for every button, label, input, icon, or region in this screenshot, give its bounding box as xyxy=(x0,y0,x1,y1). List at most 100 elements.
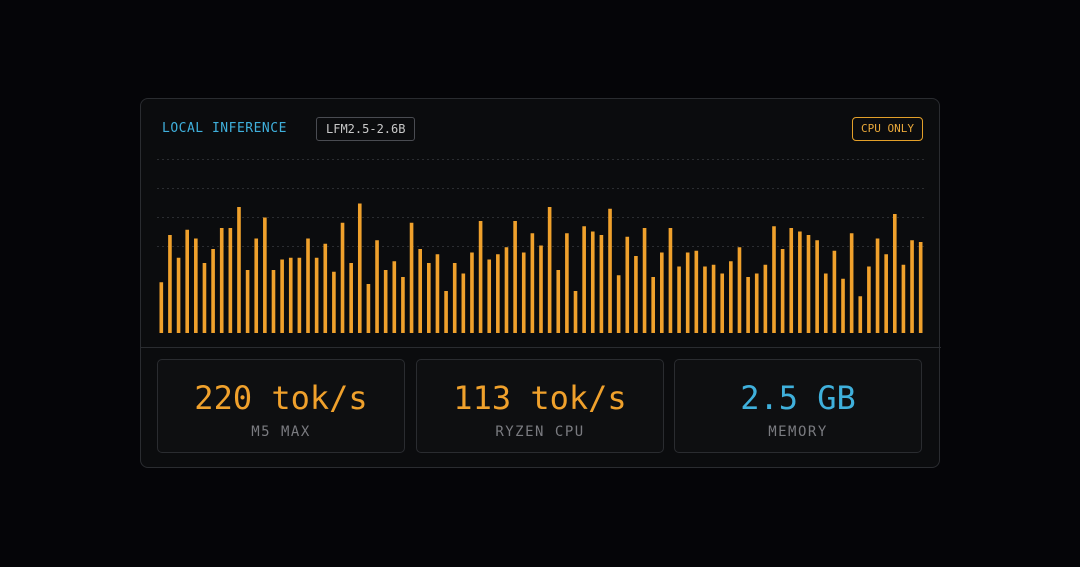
throughput-bar-chart xyxy=(141,159,941,348)
chart-bar xyxy=(297,257,302,333)
chart-bar xyxy=(470,252,474,333)
chart-bar xyxy=(565,233,569,333)
chart-bar xyxy=(729,261,733,333)
chart-bar xyxy=(202,263,207,333)
chart-bar xyxy=(763,264,768,333)
chart-bar xyxy=(504,247,509,333)
chart-bar xyxy=(409,222,414,333)
chart-bar xyxy=(892,214,897,333)
stat-value-m5-max: 220 tok/s xyxy=(194,379,368,417)
chart-bar xyxy=(306,238,310,333)
chart-bar xyxy=(815,240,819,333)
chart-bar xyxy=(858,296,863,333)
chart-bar xyxy=(875,238,880,333)
chart-bar xyxy=(539,245,543,333)
chart-bar xyxy=(237,207,241,333)
chart-bar xyxy=(383,270,388,333)
chart-bar xyxy=(452,263,457,333)
chart-bar xyxy=(910,240,914,333)
chart-bar xyxy=(444,291,448,333)
chart-bar xyxy=(754,273,759,333)
chart-bar xyxy=(288,257,293,333)
model-tag: LFM2.5-2.6B xyxy=(316,117,416,141)
cpu-only-badge: CPU ONLY xyxy=(852,117,923,141)
chart-bar xyxy=(211,249,215,333)
chart-bar xyxy=(185,229,190,333)
chart-bar xyxy=(651,277,655,333)
chart-bar xyxy=(340,222,345,333)
chart-bar xyxy=(608,208,612,333)
chart-bar xyxy=(194,238,198,333)
chart-bar xyxy=(901,264,906,333)
chart-bar xyxy=(357,203,362,333)
chart-bar xyxy=(392,261,397,333)
chart-bar xyxy=(513,221,517,333)
chart-bar xyxy=(711,264,716,333)
stat-label-m5-max: M5 MAX xyxy=(251,424,311,440)
chart-bar xyxy=(582,226,586,333)
stat-value-ryzen-cpu: 113 tok/s xyxy=(453,379,627,417)
stat-label-ryzen-cpu: RYZEN CPU xyxy=(495,424,585,440)
chart-bar xyxy=(271,270,276,333)
card-header: LOCAL INFERENCE LFM2.5-2.6B CPU ONLY xyxy=(141,99,939,159)
chart-bar xyxy=(590,231,595,333)
chart-bar xyxy=(789,228,794,333)
chart-bar xyxy=(228,228,233,333)
chart-bar xyxy=(884,254,888,333)
chart-bar xyxy=(867,266,871,333)
chart-bar xyxy=(530,233,535,333)
chart-bar xyxy=(280,259,284,333)
chart-bar xyxy=(642,228,647,333)
inference-card: LOCAL INFERENCE LFM2.5-2.6B CPU ONLY 220… xyxy=(140,98,941,468)
chart-bar xyxy=(616,275,621,333)
chart-bar xyxy=(841,278,845,333)
stat-card-m5-max: 220 tok/s M5 MAX xyxy=(157,359,405,453)
chart-bar xyxy=(806,235,811,333)
card-title: LOCAL INFERENCE xyxy=(162,121,287,136)
chart-bar xyxy=(401,277,405,333)
chart-bar xyxy=(694,250,699,333)
chart-bar xyxy=(798,231,802,333)
chart-bar xyxy=(435,254,440,333)
chart-bar xyxy=(556,270,561,333)
chart-bar xyxy=(323,243,328,333)
chart-bar xyxy=(521,252,526,333)
chart-bar xyxy=(547,207,552,333)
chart-bar xyxy=(461,273,466,333)
chart-bar xyxy=(427,263,431,333)
stat-label-memory: MEMORY xyxy=(768,424,828,440)
stats-row: 220 tok/s M5 MAX 113 tok/s RYZEN CPU 2.5… xyxy=(157,359,925,455)
chart-bar xyxy=(496,254,500,333)
chart-bar xyxy=(478,221,483,333)
chart-bar xyxy=(332,271,336,333)
chart-bar xyxy=(832,250,837,333)
chart-bar xyxy=(685,252,690,333)
chart-bar xyxy=(599,235,604,333)
chart-bar xyxy=(737,247,742,333)
chart-bar xyxy=(918,242,923,333)
stat-value-memory: 2.5 GB xyxy=(740,379,856,417)
chart-bar xyxy=(245,270,250,333)
chart-bar xyxy=(660,252,664,333)
chart-bar xyxy=(720,273,725,333)
chart-bar xyxy=(746,277,750,333)
chart-bar xyxy=(418,249,422,333)
chart-bar xyxy=(366,284,371,333)
chart-bar xyxy=(634,256,638,333)
chart-bar xyxy=(263,217,267,333)
chart-bar xyxy=(668,228,673,333)
chart-bar xyxy=(168,235,172,333)
chart-bar xyxy=(703,266,707,333)
chart-bar xyxy=(677,266,681,333)
chart-bar xyxy=(314,257,319,333)
chart-bar xyxy=(176,257,181,333)
chart-bar xyxy=(159,282,164,333)
chart-bar xyxy=(780,249,785,333)
chart-bar xyxy=(375,240,379,333)
chart-bar xyxy=(254,238,259,333)
chart-bar xyxy=(487,259,492,333)
chart-bar xyxy=(772,226,776,333)
chart-bar xyxy=(219,228,224,333)
chart-bar xyxy=(573,291,578,333)
stat-card-memory: 2.5 GB MEMORY xyxy=(674,359,922,453)
